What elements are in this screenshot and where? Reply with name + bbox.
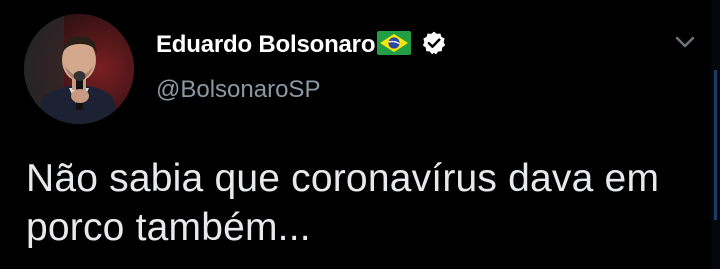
brazil-flag-icon [377, 30, 412, 60]
tweet-card[interactable]: Eduardo Bolsonaro @BolsonaroSP Não sabia… [0, 0, 720, 269]
profile-avatar[interactable] [24, 14, 134, 124]
author-name-row: Eduardo Bolsonaro [156, 30, 447, 60]
tweet-header: Eduardo Bolsonaro @BolsonaroSP [156, 30, 447, 104]
tweet-text: Não sabia que coronavírus dava em porco … [26, 157, 660, 249]
scrollbar-thumb[interactable] [714, 70, 717, 220]
author-display-name[interactable]: Eduardo Bolsonaro [156, 31, 375, 59]
chevron-down-icon[interactable] [672, 32, 698, 52]
avatar-photo [24, 14, 134, 124]
verified-badge-icon [421, 30, 447, 61]
scrollbar-track[interactable] [711, 0, 720, 269]
author-handle[interactable]: @BolsonaroSP [156, 76, 447, 104]
